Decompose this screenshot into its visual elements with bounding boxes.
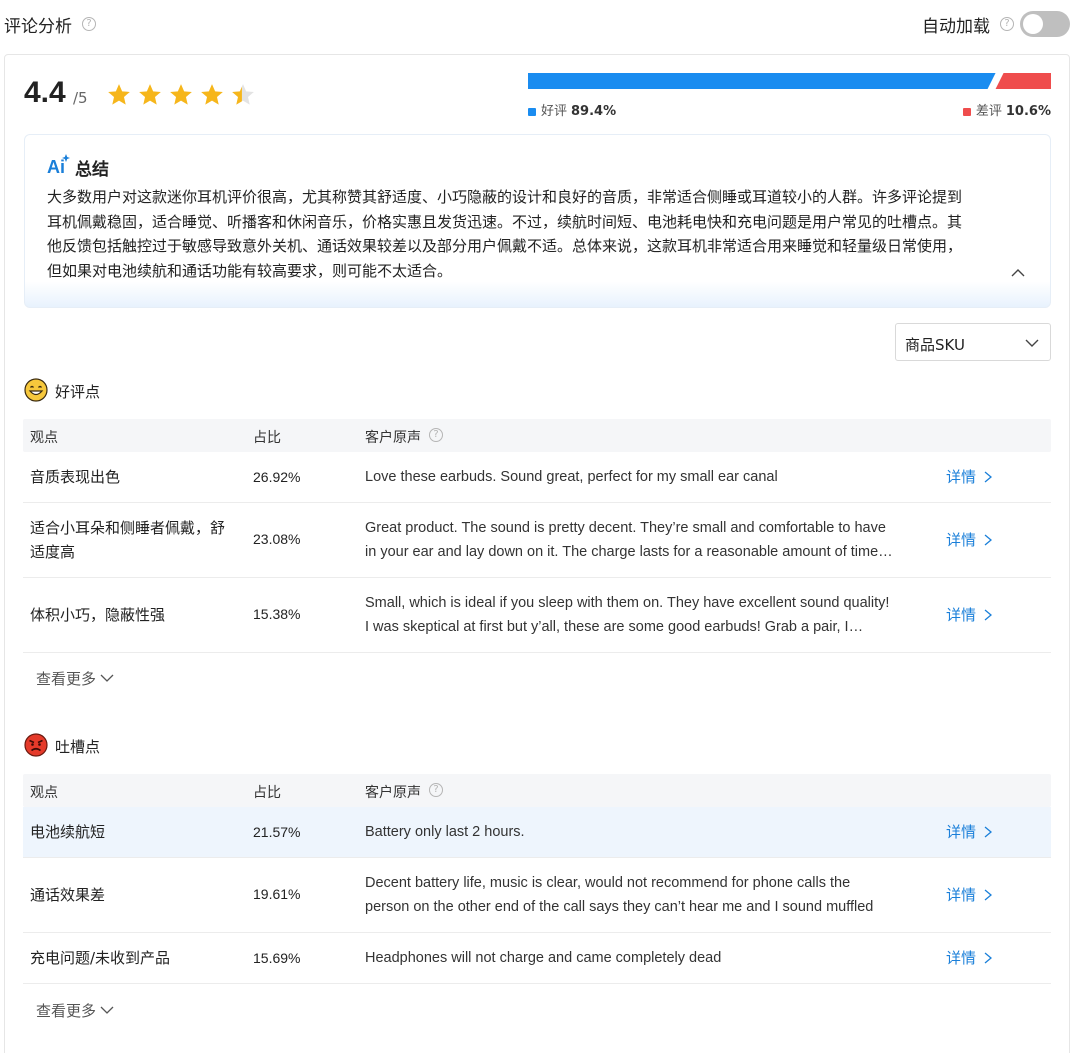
column-header-ratio: 占比 (253, 785, 281, 801)
chevron-right-icon (984, 534, 993, 546)
chevron-right-icon (984, 609, 993, 621)
ai-summary-text: 大多数用户对这款迷你耳机评价很高，尤其称赞其舒适度、小巧隐蔽的设计和良好的音质，… (47, 185, 1017, 283)
point-cell: 通话效果差 (30, 886, 106, 904)
ratio-cell: 15.38% (253, 606, 301, 622)
column-header-voice: 客户原声 (365, 430, 421, 446)
ratio-cell: 21.57% (253, 824, 301, 840)
voice-cell: Love these earbuds. Sound great, perfect… (365, 469, 778, 485)
help-icon[interactable]: ? (429, 428, 443, 442)
voice-cell: Great product. The sound is pretty decen… (365, 520, 893, 560)
ai-summary-title: 总结 (75, 160, 109, 180)
table-row: 体积小巧，隐蔽性强 15.38% Small, which is ideal i… (23, 578, 1051, 653)
page-title: 评论分析 (4, 17, 72, 37)
angry-face-icon (24, 733, 48, 757)
positive-label-text: 好评 (541, 104, 568, 119)
negative-ratio-label: 差评 10.6% (962, 100, 1051, 119)
star-partial-icon (232, 84, 254, 105)
ratio-cell: 26.92% (253, 469, 301, 485)
star-full-icon (201, 84, 223, 105)
chevron-right-icon (984, 471, 993, 483)
star-full-icon (170, 84, 192, 105)
sku-dropdown-value: 商品SKU (905, 336, 965, 354)
auto-load-label: 自动加载 (922, 17, 990, 37)
star-full-icon (139, 84, 161, 105)
table-row: 充电问题/未收到产品 15.69% Headphones will not ch… (23, 933, 1051, 984)
positive-segment (528, 73, 996, 89)
chevron-right-icon (984, 889, 993, 901)
chevron-down-icon (100, 674, 114, 682)
voice-cell: Small, which is ideal if you sleep with … (365, 595, 890, 635)
chevron-right-icon (984, 952, 993, 964)
summary-line: 大多数用户对这款迷你耳机评价很高，尤其称赞其舒适度、小巧隐蔽的设计和良好的音质，… (47, 188, 963, 206)
rating-max: /5 (73, 89, 88, 107)
detail-link[interactable]: 详情 (946, 529, 993, 550)
summary-line: 耳机佩戴稳固，适合睡觉、听播客和休闲音乐，价格实惠且发货迅速。不过，续航时间短、… (47, 212, 963, 231)
rating-score: 4.4 (24, 76, 66, 109)
column-header-point: 观点 (30, 785, 58, 801)
column-header-voice: 客户原声 (365, 785, 421, 801)
positive-dot (528, 107, 536, 116)
point-cell: 音质表现出色 (30, 468, 121, 486)
chevron-down-icon (100, 1006, 114, 1014)
ai-sparkle-icon: Ai (47, 154, 70, 177)
see-more-positive-button[interactable]: 查看更多 (36, 668, 114, 689)
summary-line: 他反馈包括触控过于敏感导致意外关机、通话效果较差以及部分用户佩戴不适。总体来说，… (47, 237, 963, 255)
chevron-down-icon (1025, 339, 1039, 347)
table-row: 适合小耳朵和侧睡者佩戴，舒 适度高 23.08% Great product. T… (23, 503, 1051, 578)
table-row: 音质表现出色 26.92% Love these earbuds. Sound … (23, 452, 1051, 503)
table-header: 观点 占比 客户原声 ? (23, 419, 1051, 452)
detail-link[interactable]: 详情 (946, 466, 993, 487)
see-more-negative-button[interactable]: 查看更多 (36, 1000, 114, 1021)
voice-cell: Battery only last 2 hours. (365, 824, 525, 840)
auto-load-toggle[interactable] (1020, 11, 1070, 37)
point-cell: 体积小巧，隐蔽性强 (30, 606, 166, 624)
negative-label-text: 差评 (975, 104, 1002, 119)
detail-link[interactable]: 详情 (946, 884, 993, 905)
sentiment-ratio-bar (528, 73, 1051, 89)
help-icon[interactable]: ? (1000, 17, 1014, 31)
help-icon[interactable]: ? (82, 17, 96, 31)
table-row: 电池续航短 21.57% Battery only last 2 hours. … (23, 807, 1051, 858)
detail-link[interactable]: 详情 (946, 821, 993, 842)
negative-section-title: 吐槽点 (55, 738, 101, 756)
detail-link[interactable]: 详情 (946, 947, 993, 968)
point-cell: 充电问题/未收到产品 (30, 949, 171, 967)
positive-pct: 89.4% (571, 104, 617, 119)
svg-text:Ai: Ai (47, 157, 65, 177)
ai-summary-panel: Ai 总结 大多数用户对这款迷你耳机评价很高，尤其称赞其舒适度、小巧隐蔽的设计和… (24, 134, 1051, 308)
point-cell: 适合小耳朵和侧睡者佩戴，舒 适度高 (30, 519, 226, 561)
column-header-point: 观点 (30, 430, 58, 446)
point-cell: 电池续航短 (30, 823, 106, 841)
summary-line: 但如果对电池续航和通话功能有较高要求，则可能不太适合。 (47, 261, 453, 280)
ratio-cell: 19.61% (253, 886, 301, 902)
help-icon[interactable]: ? (429, 783, 443, 797)
header-bar: 评论分析 ? 自动加载 ? (0, 0, 1080, 48)
toggle-knob (1023, 14, 1043, 34)
sku-dropdown[interactable]: 商品SKU (895, 323, 1051, 361)
column-header-ratio: 占比 (253, 430, 281, 446)
negative-pct: 10.6% (1005, 104, 1051, 119)
table-header: 观点 占比 客户原声 ? (23, 774, 1051, 807)
ratio-cell: 15.69% (253, 950, 301, 966)
negative-segment (995, 73, 1051, 89)
negative-dot (962, 107, 971, 116)
ratio-cell: 23.08% (253, 531, 301, 547)
chevron-up-icon[interactable] (1010, 265, 1026, 281)
star-full-icon (108, 84, 130, 105)
voice-cell: Decent battery life, music is clear, wou… (365, 875, 874, 915)
voice-cell: Headphones will not charge and came comp… (365, 950, 722, 966)
chevron-right-icon (984, 826, 993, 838)
table-row: 通话效果差 19.61% Decent battery life, music … (23, 858, 1051, 933)
detail-link[interactable]: 详情 (946, 604, 993, 625)
grinning-face-icon (24, 378, 48, 402)
positive-ratio-label: 好评 89.4% (528, 100, 616, 119)
positive-section-title: 好评点 (55, 383, 101, 401)
